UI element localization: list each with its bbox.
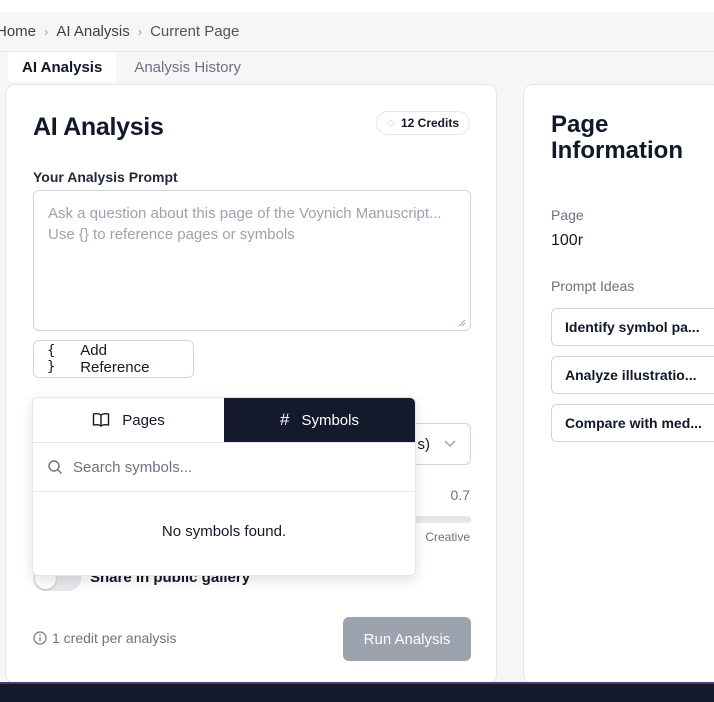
add-reference-label: Add Reference (80, 342, 150, 376)
prompt-textarea[interactable]: Ask a question about this page of the Vo… (33, 190, 471, 331)
prompt-idea-button[interactable]: Analyze illustratio... (551, 356, 714, 394)
breadcrumb-home[interactable]: Home (0, 23, 36, 40)
add-reference-button[interactable]: { } Add Reference (33, 340, 194, 378)
prompt-label: Your Analysis Prompt (33, 169, 178, 185)
page-tabs: AI Analysis Analysis History (8, 52, 255, 82)
breadcrumb-ai-analysis[interactable]: AI Analysis (56, 23, 129, 40)
breadcrumb: Home › AI Analysis › Current Page (0, 12, 714, 52)
braces-icon: { } (47, 343, 56, 375)
prompt-idea-button[interactable]: Identify symbol pa... (551, 308, 714, 346)
symbol-search-field[interactable]: Search symbols... (33, 443, 415, 492)
empty-state-message: No symbols found. (161, 523, 287, 540)
reference-popover: Pages # Symbols Search symbols... No sym… (32, 397, 416, 576)
search-icon (48, 460, 62, 474)
resize-grip-icon[interactable] (458, 319, 466, 327)
credits-count: 12 Credits (400, 116, 459, 130)
page-title: AI Analysis (33, 113, 164, 141)
popover-tabs: Pages # Symbols (33, 398, 415, 443)
run-analysis-button[interactable]: Run Analysis (343, 617, 471, 661)
tab-analysis-history[interactable]: Analysis History (120, 52, 255, 82)
credit-note: 1 credit per analysis (33, 630, 177, 646)
book-icon (93, 413, 110, 427)
credits-icon: ◇ (387, 117, 395, 129)
symbol-search-placeholder: Search symbols... (73, 458, 193, 476)
breadcrumb-current-page: Current Page (150, 23, 240, 40)
bottom-bar (0, 682, 714, 702)
prompt-idea-button[interactable]: Compare with med... (551, 404, 714, 442)
prompt-ideas-label: Prompt Ideas (551, 278, 635, 294)
tab-ai-analysis[interactable]: AI Analysis (8, 52, 117, 82)
breadcrumb-separator: › (137, 24, 143, 39)
info-icon (33, 631, 47, 645)
hash-icon: # (280, 410, 290, 429)
model-select-value: s) (417, 435, 431, 453)
top-strip (0, 0, 714, 12)
breadcrumb-separator: › (44, 24, 49, 39)
page-information-card: Page Information Page 100r Prompt Ideas … (523, 84, 714, 684)
popover-tab-pages-label: Pages (122, 411, 165, 429)
popover-tab-symbols[interactable]: # Symbols (224, 398, 415, 442)
prompt-placeholder: Ask a question about this page of the Vo… (48, 205, 442, 243)
temperature-creative-label: Creative (425, 530, 470, 544)
popover-tab-pages[interactable]: Pages (33, 398, 224, 442)
chevron-down-icon (444, 440, 456, 448)
credit-note-text: 1 credit per analysis (52, 630, 177, 646)
page-label: Page (551, 207, 584, 223)
popover-tab-symbols-label: Symbols (301, 411, 359, 429)
side-title: Page Information (551, 111, 683, 164)
page-value: 100r (551, 232, 584, 249)
temperature-value: 0.7 (450, 487, 470, 503)
analysis-card: AI Analysis ◇ 12 Credits Your Analysis P… (5, 84, 497, 684)
credits-badge: ◇ 12 Credits (376, 111, 470, 135)
